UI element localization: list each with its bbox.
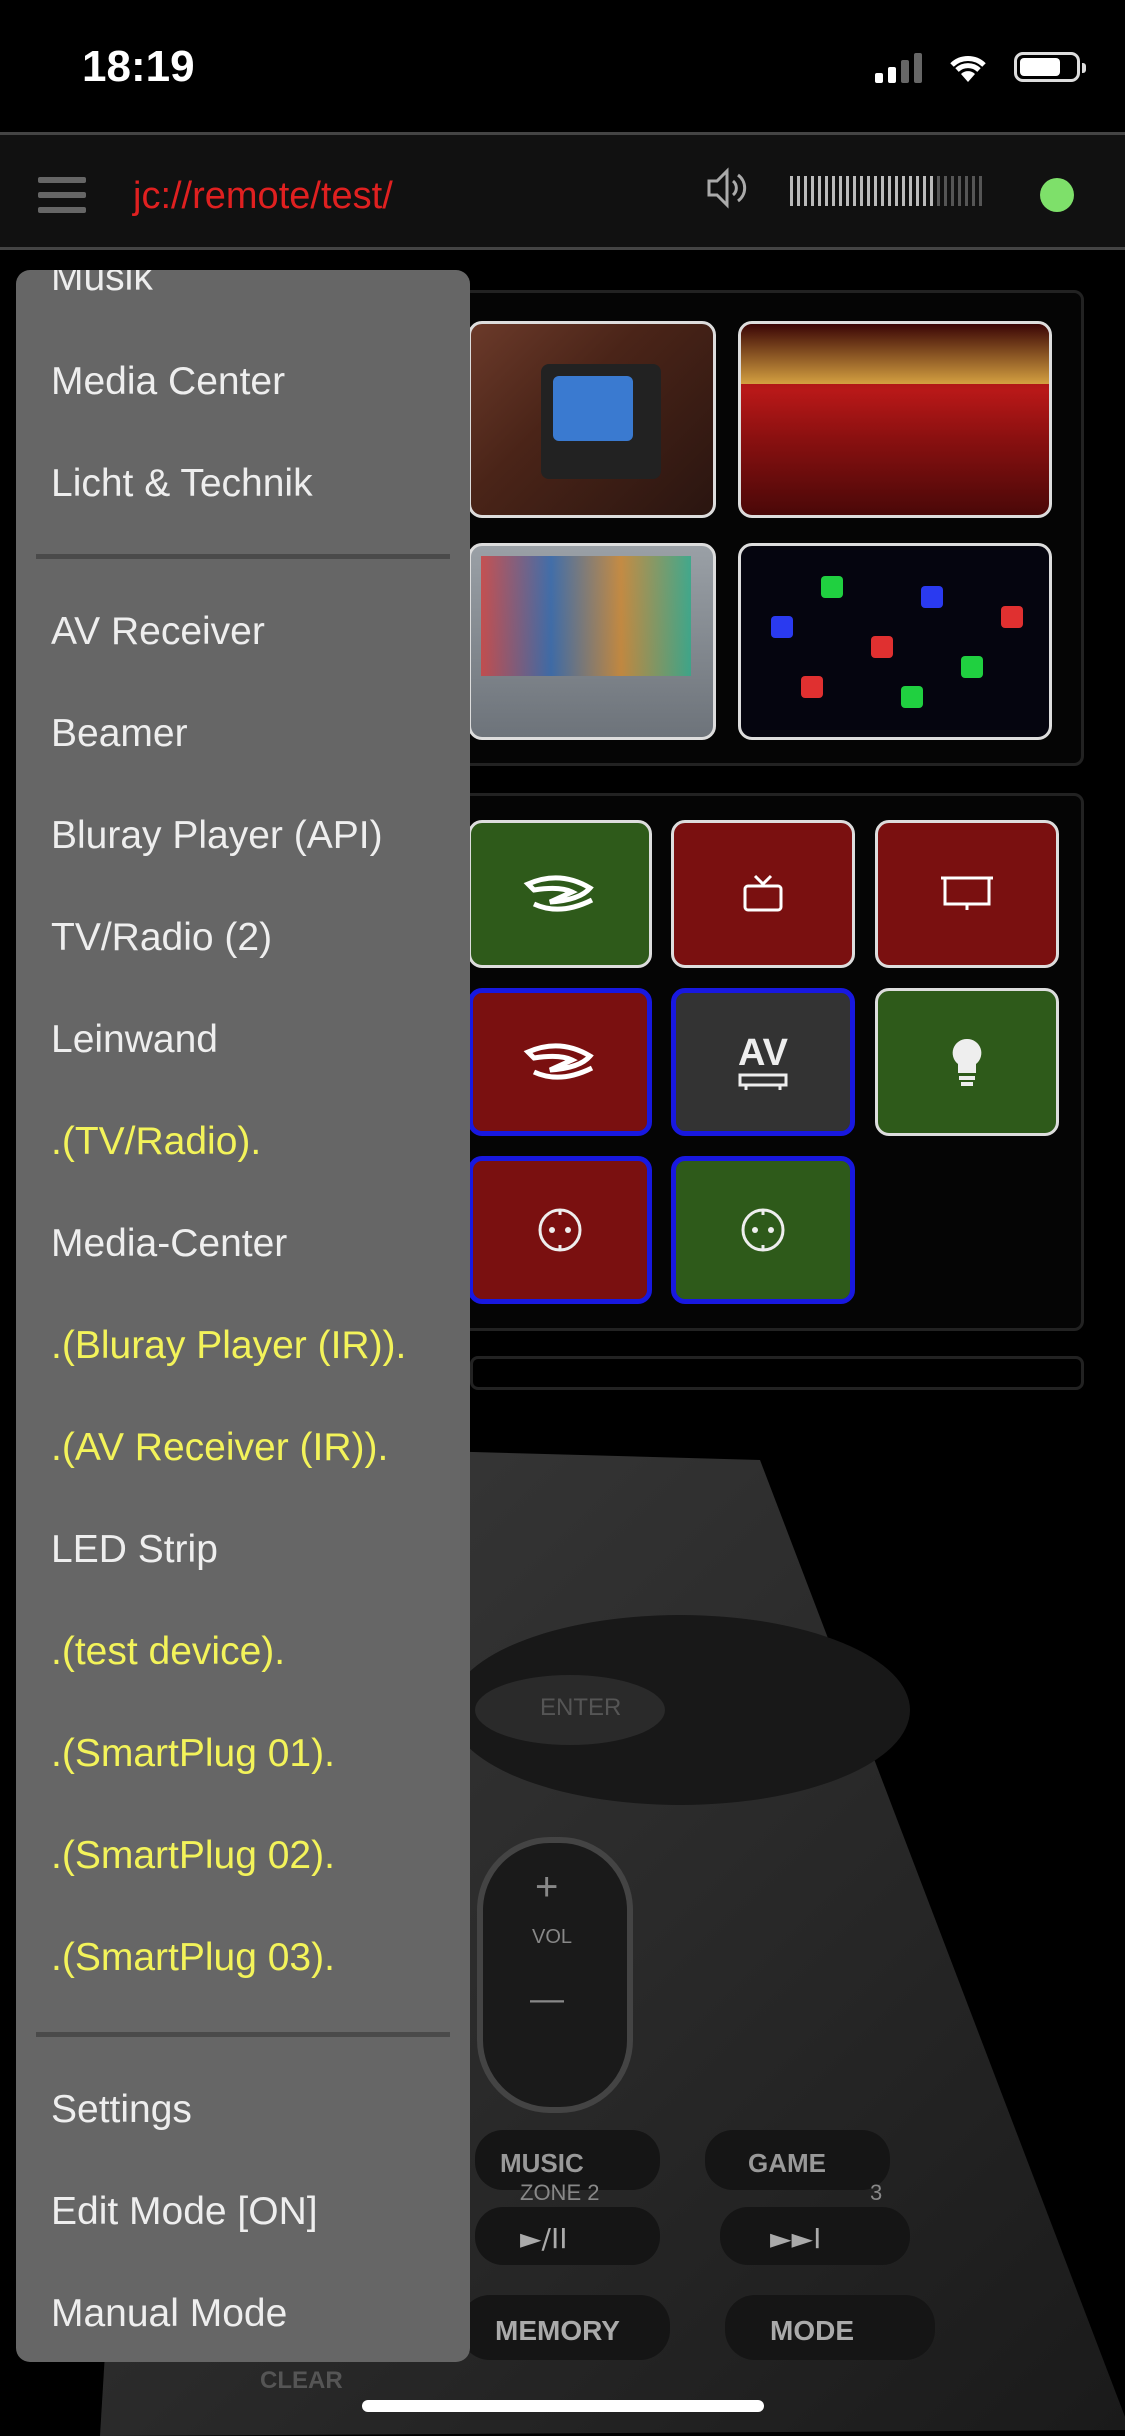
bluray-icon (523, 875, 594, 912)
volume-bar[interactable] (790, 176, 990, 206)
vol-plus-label: + (535, 1865, 558, 1909)
menu-device-leinwand[interactable]: Leinwand (51, 1018, 218, 1062)
menu-device-media-center[interactable]: Media-Center (51, 1222, 287, 1266)
menu-divider (36, 2032, 450, 2037)
bluray-off-button[interactable] (468, 988, 652, 1136)
menu-device-smartplug-03[interactable]: .(SmartPlug 03). (51, 1936, 335, 1980)
menu-device-smartplug-02[interactable]: .(SmartPlug 02). (51, 1834, 335, 1878)
scene-tv-image[interactable] (468, 321, 716, 518)
projection-screen-icon (941, 876, 993, 910)
scene-laptop-image[interactable] (468, 543, 716, 740)
menu-device-led-strip[interactable]: LED Strip (51, 1528, 218, 1572)
menu-settings[interactable]: Settings (51, 2088, 192, 2132)
menu-device-av-receiver[interactable]: AV Receiver (51, 610, 265, 654)
status-icons (875, 50, 1086, 84)
vol-label: VOL (532, 1926, 572, 1948)
memory-label: MEMORY (495, 2315, 620, 2346)
app-header: jc://remote/test/ (0, 132, 1125, 250)
scene-led-image[interactable] (738, 543, 1052, 740)
collapsed-panel-bar[interactable] (470, 1356, 1084, 1390)
menu-device-av-receiver-ir[interactable]: .(AV Receiver (IR)). (51, 1426, 388, 1470)
bluray-icon (523, 1043, 594, 1080)
skip-label: ►►I (770, 2222, 821, 2255)
power-socket-icon (538, 1208, 582, 1252)
battery-icon (1014, 52, 1086, 82)
status-time: 18:19 (82, 42, 195, 91)
device-button-panel: AV (440, 793, 1084, 1331)
av-receiver-button[interactable]: AV (671, 988, 855, 1136)
cellular-signal-icon (875, 51, 922, 83)
menu-device-bluray-ir[interactable]: .(Bluray Player (IR)). (51, 1324, 406, 1368)
menu-device-smartplug-01[interactable]: .(SmartPlug 01). (51, 1732, 335, 1776)
mode-label: MODE (770, 2315, 854, 2346)
menu-device-beamer[interactable]: Beamer (51, 712, 188, 756)
vol-minus-label: — (530, 1980, 564, 2018)
scene-theater-image[interactable] (738, 321, 1052, 518)
speaker-icon[interactable] (705, 165, 751, 211)
music-label: MUSIC (500, 2148, 584, 2178)
wifi-icon (950, 56, 986, 82)
enter-label: ENTER (540, 1694, 621, 1721)
status-bar: 18:19 (0, 0, 1125, 132)
menu-device-tv-radio-2[interactable]: TV/Radio (2) (51, 916, 272, 960)
menu-manual-mode[interactable]: Manual Mode (51, 2292, 287, 2336)
navigation-drawer: Musik Media Center Licht & Technik AV Re… (16, 270, 470, 2362)
menu-group-licht-technik[interactable]: Licht & Technik (51, 462, 313, 506)
home-indicator[interactable] (362, 2400, 764, 2412)
zone-number-label: 3 (870, 2180, 882, 2205)
play-pause-label: ►/II (520, 2222, 567, 2255)
header-title: jc://remote/test/ (133, 175, 393, 217)
zone-label: ZONE 2 (520, 2180, 599, 2205)
av-label: AV (738, 1032, 788, 1074)
menu-edit-mode[interactable]: Edit Mode [ON] (51, 2190, 318, 2234)
hamburger-menu-icon[interactable] (38, 177, 86, 213)
smartplug-on-button[interactable] (671, 1156, 855, 1304)
tv-icon (743, 874, 783, 912)
light-on-button[interactable] (875, 988, 1059, 1136)
lightbulb-icon (952, 1038, 982, 1086)
bluray-on-button[interactable] (468, 820, 652, 968)
menu-device-bluray-api[interactable]: Bluray Player (API) (51, 814, 383, 858)
connection-status-indicator (1040, 178, 1074, 212)
menu-device-tv-radio-virtual[interactable]: .(TV/Radio). (51, 1120, 261, 1164)
menu-group-media-center[interactable]: Media Center (51, 360, 285, 404)
menu-group-musik[interactable]: Musik (51, 270, 153, 300)
screen-off-button[interactable] (875, 820, 1059, 968)
game-label: GAME (748, 2148, 826, 2178)
scene-panel (440, 290, 1084, 766)
menu-divider (36, 554, 450, 559)
menu-device-test-device[interactable]: .(test device). (51, 1630, 285, 1674)
power-socket-icon (741, 1208, 785, 1252)
smartplug-off-button[interactable] (468, 1156, 652, 1304)
receiver-icon (738, 1073, 788, 1090)
clear-label: CLEAR (260, 2367, 343, 2394)
tv-off-button[interactable] (671, 820, 855, 968)
